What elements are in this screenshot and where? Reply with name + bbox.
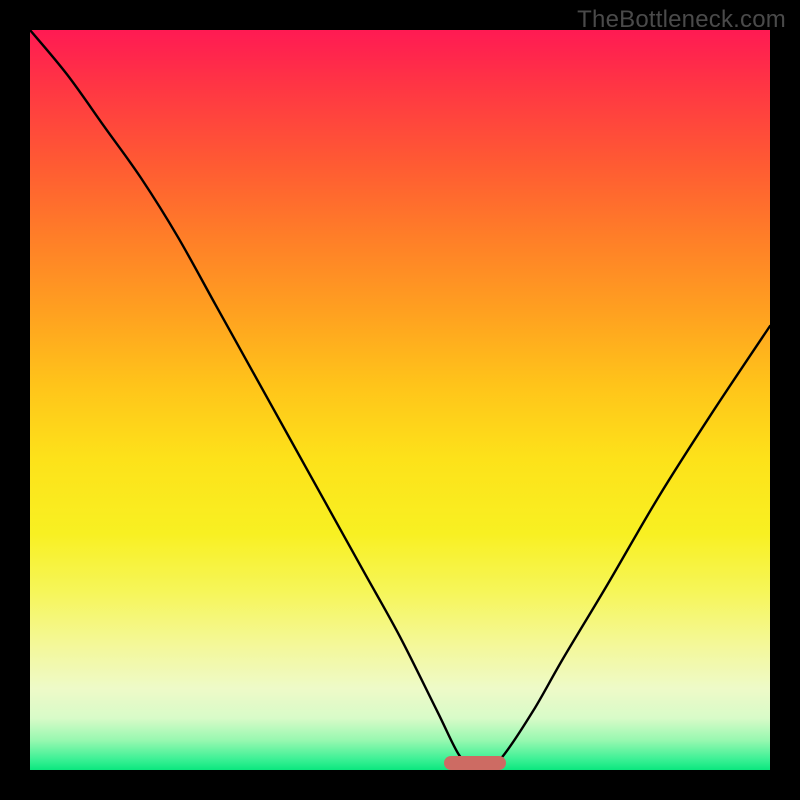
- gradient-plot-area: [30, 30, 770, 770]
- sweet-spot-marker: [444, 756, 506, 770]
- watermark-text: TheBottleneck.com: [577, 6, 786, 34]
- chart-frame: TheBottleneck.com: [0, 0, 800, 800]
